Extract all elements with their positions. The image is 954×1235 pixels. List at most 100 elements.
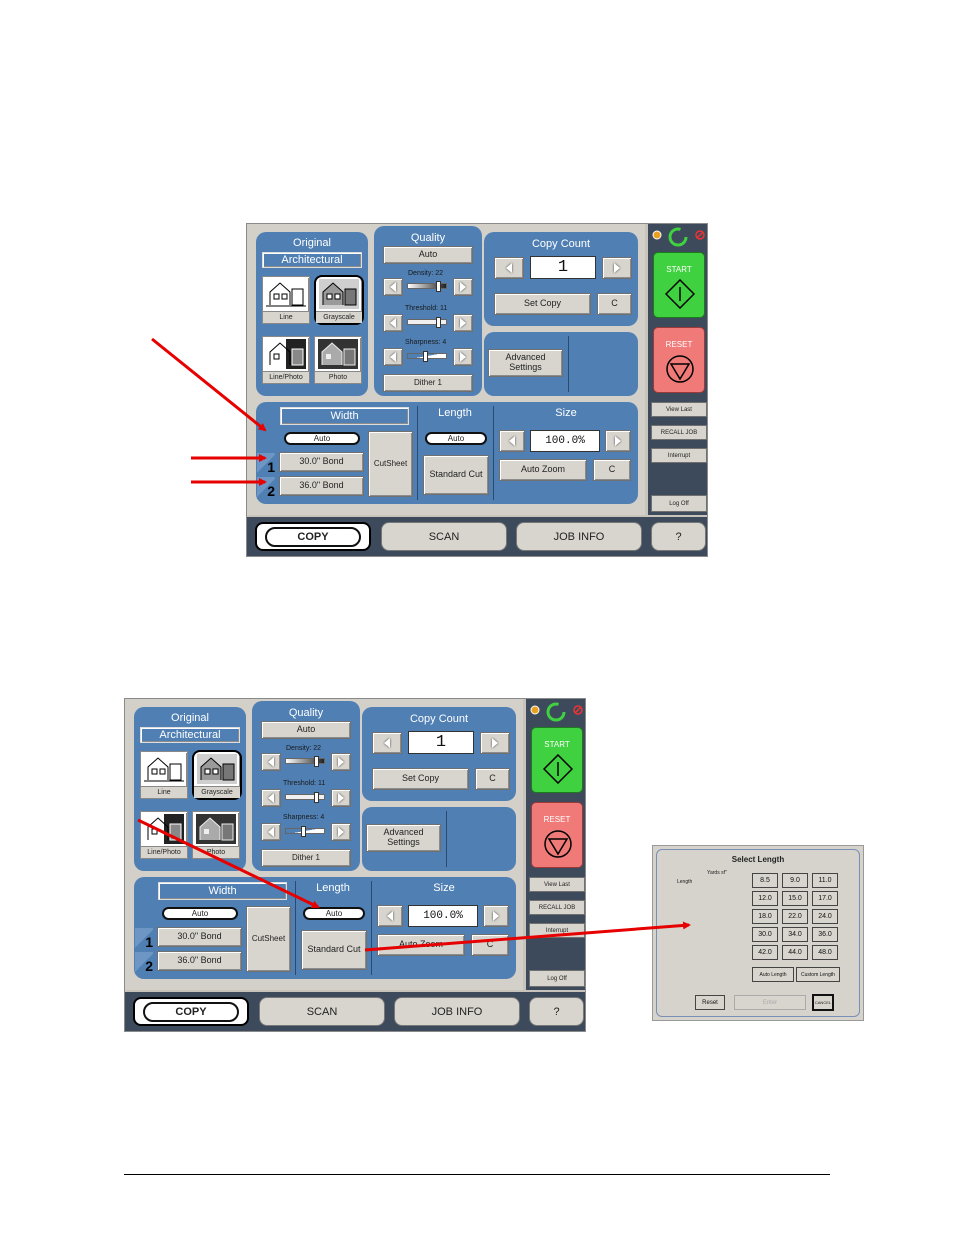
copy-count-increase-button[interactable] (480, 732, 510, 754)
threshold-slider[interactable] (285, 790, 325, 804)
mode-line-button[interactable]: Line (140, 751, 188, 799)
length-option-24-0[interactable]: 24.0 (812, 909, 838, 924)
density-slider[interactable] (285, 754, 325, 768)
dialog-reset-button[interactable]: Reset (695, 995, 725, 1010)
dither-button[interactable]: Dither 1 (383, 374, 473, 392)
sharpness-decrease-button[interactable] (383, 348, 403, 366)
recall-job-button[interactable]: RECALL JOB (651, 425, 707, 440)
interrupt-button[interactable]: Interrupt (651, 448, 707, 463)
length-option-18-0[interactable]: 18.0 (752, 909, 778, 924)
sharpness-slider[interactable] (407, 349, 447, 363)
interrupt-button[interactable]: Interrupt (529, 923, 585, 938)
length-option-11-0[interactable]: 11.0 (812, 873, 838, 888)
width-title[interactable]: Width (158, 882, 287, 900)
reset-button[interactable]: RESET (653, 327, 705, 393)
length-option-42-0[interactable]: 42.0 (752, 945, 778, 960)
auto-zoom-button[interactable]: Auto Zoom (499, 459, 587, 481)
quality-auto-button[interactable]: Auto (261, 721, 351, 739)
threshold-decrease-button[interactable] (383, 314, 403, 332)
threshold-increase-button[interactable] (453, 314, 473, 332)
size-field[interactable]: 100.0% (530, 430, 600, 452)
start-button[interactable]: START (653, 252, 705, 318)
length-auto-button[interactable]: Auto (303, 907, 365, 920)
view-last-button[interactable]: View Last (529, 877, 585, 892)
recall-job-button[interactable]: RECALL JOB (529, 900, 585, 915)
dither-button[interactable]: Dither 1 (261, 849, 351, 867)
copy-count-decrease-button[interactable] (372, 732, 402, 754)
tab-help[interactable]: ? (651, 522, 706, 551)
custom-length-button[interactable]: Custom Length (796, 967, 840, 982)
reset-button[interactable]: RESET (531, 802, 583, 868)
copy-count-field[interactable]: 1 (408, 731, 474, 754)
length-option-48-0[interactable]: 48.0 (812, 945, 838, 960)
size-increase-button[interactable] (605, 430, 631, 452)
mode-grayscale-button[interactable]: Grayscale (314, 275, 364, 325)
copy-count-clear-button[interactable]: C (597, 293, 632, 315)
copy-count-decrease-button[interactable] (494, 257, 524, 279)
length-option-34-0[interactable]: 34.0 (782, 927, 808, 942)
tab-scan[interactable]: SCAN (381, 522, 507, 551)
standard-cut-button[interactable]: Standard Cut (423, 455, 489, 495)
density-increase-button[interactable] (331, 753, 351, 771)
tab-help[interactable]: ? (529, 997, 584, 1026)
threshold-slider[interactable] (407, 315, 447, 329)
length-option-17-0[interactable]: 17.0 (812, 891, 838, 906)
advanced-settings-button[interactable]: Advanced Settings (488, 349, 563, 377)
length-option-9-0[interactable]: 9.0 (782, 873, 808, 888)
width-auto-button[interactable]: Auto (162, 907, 238, 920)
mode-photo-button[interactable]: Photo (314, 336, 362, 384)
cutsheet-button[interactable]: CutSheet (246, 906, 291, 972)
size-clear-button[interactable]: C (471, 934, 509, 956)
roll2-bond-button[interactable]: 36.0" Bond (157, 951, 242, 971)
log-off-button[interactable]: Log Off (651, 495, 707, 512)
sharpness-decrease-button[interactable] (261, 823, 281, 841)
cutsheet-button[interactable]: CutSheet (368, 431, 413, 497)
start-button[interactable]: START (531, 727, 583, 793)
mode-line-button[interactable]: Line (262, 276, 310, 324)
quality-auto-button[interactable]: Auto (383, 246, 473, 264)
roll2-bond-button[interactable]: 36.0" Bond (279, 476, 364, 496)
mode-linephoto-button[interactable]: Line/Photo (262, 336, 310, 384)
mode-photo-button[interactable]: Photo (192, 811, 240, 859)
advanced-settings-button[interactable]: Advanced Settings (366, 824, 441, 852)
sharpness-slider[interactable] (285, 824, 325, 838)
threshold-increase-button[interactable] (331, 789, 351, 807)
set-copy-button[interactable]: Set Copy (372, 768, 469, 790)
view-last-button[interactable]: View Last (651, 402, 707, 417)
copy-count-clear-button[interactable]: C (475, 768, 510, 790)
original-type-button[interactable]: Architectural (262, 252, 362, 268)
sharpness-increase-button[interactable] (453, 348, 473, 366)
size-clear-button[interactable]: C (593, 459, 631, 481)
width-auto-button[interactable]: Auto (284, 432, 360, 445)
dialog-enter-button[interactable]: Enter (734, 995, 806, 1010)
length-option-15-0[interactable]: 15.0 (782, 891, 808, 906)
length-option-8-5[interactable]: 8.5 (752, 873, 778, 888)
copy-count-field[interactable]: 1 (530, 256, 596, 279)
auto-length-button[interactable]: Auto Length (752, 967, 794, 982)
tab-scan[interactable]: SCAN (259, 997, 385, 1026)
roll1-bond-button[interactable]: 30.0" Bond (279, 452, 364, 472)
length-option-44-0[interactable]: 44.0 (782, 945, 808, 960)
tab-job-info[interactable]: JOB INFO (516, 522, 642, 551)
sharpness-increase-button[interactable] (331, 823, 351, 841)
standard-cut-button[interactable]: Standard Cut (301, 930, 367, 970)
tab-copy[interactable]: COPY (133, 997, 249, 1026)
length-option-30-0[interactable]: 30.0 (752, 927, 778, 942)
set-copy-button[interactable]: Set Copy (494, 293, 591, 315)
length-auto-button[interactable]: Auto (425, 432, 487, 445)
width-title[interactable]: Width (280, 407, 409, 425)
size-increase-button[interactable] (483, 905, 509, 927)
size-decrease-button[interactable] (499, 430, 525, 452)
dialog-cancel-button[interactable]: CANCEL (812, 994, 834, 1011)
length-option-12-0[interactable]: 12.0 (752, 891, 778, 906)
mode-linephoto-button[interactable]: Line/Photo (140, 811, 188, 859)
tab-job-info[interactable]: JOB INFO (394, 997, 520, 1026)
density-increase-button[interactable] (453, 278, 473, 296)
original-type-button[interactable]: Architectural (140, 727, 240, 743)
log-off-button[interactable]: Log Off (529, 970, 585, 987)
length-option-22-0[interactable]: 22.0 (782, 909, 808, 924)
density-decrease-button[interactable] (261, 753, 281, 771)
size-decrease-button[interactable] (377, 905, 403, 927)
auto-zoom-button[interactable]: Auto Zoom (377, 934, 465, 956)
tab-copy[interactable]: COPY (255, 522, 371, 551)
